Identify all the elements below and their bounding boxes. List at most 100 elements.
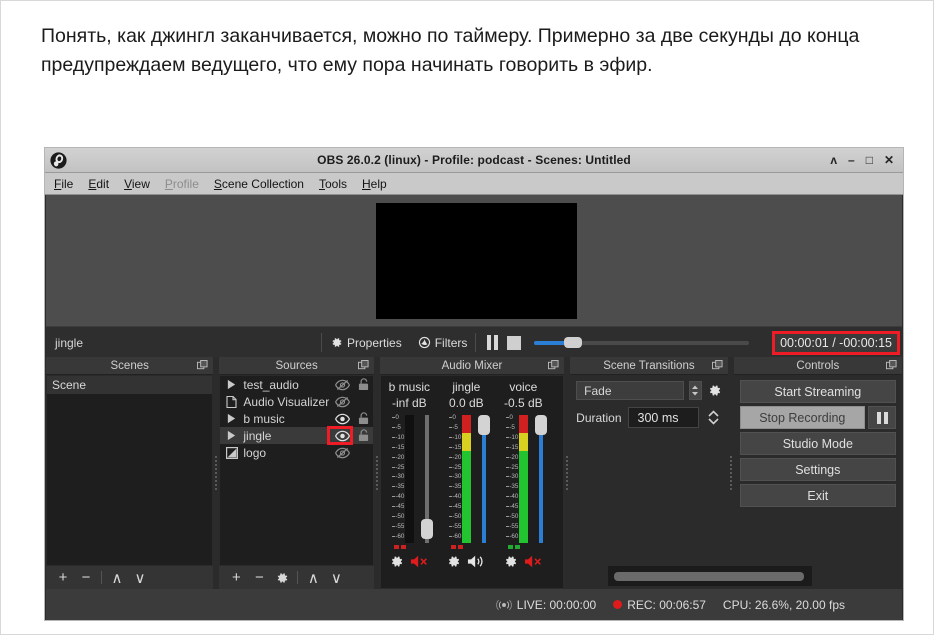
preview-canvas[interactable]	[376, 203, 577, 319]
channel-settings-gear-icon[interactable]	[389, 554, 404, 572]
meter-tick-label: -25	[506, 463, 519, 471]
article-paragraph: Понять, как джингл заканчивается, можно …	[41, 25, 860, 76]
exit-button[interactable]: Exit	[739, 484, 897, 507]
dock-row: Scenes Scene + − ∧ ∨ Sources test_audio Audi…	[46, 357, 903, 589]
menu-item-edit[interactable]: Edit	[88, 177, 109, 191]
sources-properties-button[interactable]	[272, 568, 292, 587]
obs-window: OBS 26.0.2 (linux) - Profile: podcast - …	[44, 147, 904, 621]
gear-icon	[392, 556, 403, 567]
float-dock-icon[interactable]	[197, 360, 208, 371]
eye-visible-icon[interactable]	[332, 413, 354, 425]
seek-handle[interactable]	[564, 337, 583, 348]
fader-handle[interactable]	[535, 415, 548, 435]
rollup-button[interactable]: ʌ	[830, 154, 837, 166]
duration-input[interactable]: 300 ms	[627, 407, 699, 428]
transition-settings-gear-icon[interactable]	[707, 383, 722, 398]
float-dock-icon[interactable]	[548, 360, 559, 371]
peak-indicator	[451, 545, 464, 549]
transition-spinner[interactable]	[688, 381, 702, 400]
sources-add-button[interactable]: +	[226, 568, 246, 587]
mixer-title-label: Audio Mixer	[441, 359, 503, 372]
source-item-label: test_audio	[243, 377, 299, 392]
meter-tick-label: 0	[392, 414, 399, 421]
scenes-list[interactable]: Scene	[47, 376, 213, 565]
lock-open-icon[interactable]	[354, 429, 373, 442]
scenes-remove-button[interactable]: −	[76, 568, 96, 587]
source-list-item[interactable]: logo	[220, 444, 372, 461]
speaker-muted-icon[interactable]	[410, 554, 429, 572]
maximize-button[interactable]: □	[866, 154, 873, 166]
menu-item-scene-collection[interactable]: Scene Collection	[214, 177, 304, 191]
source-list-item[interactable]: Audio Visualizer	[220, 393, 372, 410]
float-dock-icon[interactable]	[711, 360, 723, 371]
float-dock-icon[interactable]	[357, 360, 369, 371]
meter-tick-label: -40	[506, 493, 519, 501]
fader-handle[interactable]	[421, 519, 434, 539]
meter-tick-label: -50	[506, 513, 519, 520]
channel-settings-gear-icon[interactable]	[446, 554, 461, 572]
studio-mode-row: Studio Mode	[739, 432, 897, 455]
float-dock-icon[interactable]	[886, 360, 897, 371]
meter-tick-label: -35	[506, 483, 519, 491]
speaker-on-icon[interactable]	[467, 554, 486, 572]
menu-item-file[interactable]: File	[54, 177, 73, 191]
meter-tick-label: -5	[449, 423, 458, 431]
preview-area[interactable]	[46, 195, 902, 326]
meter-tick-label: -60	[392, 532, 405, 540]
volume-fader[interactable]	[421, 415, 434, 543]
transition-select[interactable]: Fade	[576, 381, 684, 400]
pause-button[interactable]	[487, 335, 499, 350]
scenes-move-up-button[interactable]: ∧	[107, 568, 127, 587]
volume-fader[interactable]	[478, 415, 491, 543]
close-button[interactable]: ✕	[884, 154, 894, 166]
eye-hidden-icon[interactable]	[332, 396, 354, 408]
source-list-item[interactable]: jingle	[220, 426, 373, 445]
source-list-item[interactable]: b music	[220, 410, 372, 427]
properties-button[interactable]: Properties	[322, 336, 410, 350]
sources-move-down-button[interactable]: ∨	[326, 568, 346, 587]
transition-value: Fade	[584, 383, 612, 398]
start-streaming-button[interactable]: Start Streaming	[739, 380, 897, 403]
channel-db-value: 0.0 dB	[448, 396, 484, 410]
filters-button[interactable]: Filters	[410, 336, 476, 350]
meter-tick-label: 0	[506, 414, 513, 421]
stop-button[interactable]	[507, 335, 522, 350]
sources-move-up-button[interactable]: ∧	[303, 568, 323, 587]
peak-indicator	[394, 545, 407, 549]
scene-list-item[interactable]: Scene	[47, 376, 213, 394]
channel-name: b music	[388, 380, 430, 394]
studio-mode-button[interactable]: Studio Mode	[739, 432, 897, 455]
mixer-horizontal-scrollbar[interactable]	[608, 566, 812, 586]
minimize-button[interactable]: –	[848, 154, 855, 166]
menu-item-view[interactable]: View	[124, 177, 150, 191]
channel-db-value: -inf dB	[391, 396, 427, 410]
duration-stepper[interactable]	[705, 407, 722, 428]
menu-item-help[interactable]: Help	[362, 177, 387, 191]
seek-slider[interactable]	[534, 335, 750, 351]
volume-fader[interactable]	[535, 415, 548, 543]
sources-remove-button[interactable]: −	[249, 568, 269, 587]
mixer-channel: voice -0.5 dB 0 -5 -10 -15 -20 -25 -30 -35 -40 -45 -…	[495, 380, 552, 572]
eye-hidden-icon[interactable]	[332, 379, 354, 391]
menu-item-tools[interactable]: Tools	[319, 177, 347, 191]
settings-button[interactable]: Settings	[739, 458, 897, 481]
lock-open-icon[interactable]	[354, 378, 373, 391]
peak-indicator	[508, 545, 521, 549]
scenes-add-button[interactable]: +	[53, 568, 73, 587]
channel-settings-gear-icon[interactable]	[503, 554, 518, 572]
source-list-item[interactable]: test_audio	[220, 376, 372, 393]
fader-handle[interactable]	[478, 415, 491, 435]
media-timer: 00:00:01 / -00:00:15	[780, 335, 892, 350]
mixer-body[interactable]: b music -inf dB 0 -5 -10 -15 -20 -25 -30 -35 -40 -4…	[380, 376, 564, 588]
rec-label: REC: 00:06:57	[627, 597, 706, 612]
visibility-highlight-box	[326, 426, 353, 445]
eye-hidden-icon[interactable]	[332, 447, 354, 459]
stop-recording-button[interactable]: Stop Recording	[739, 406, 866, 429]
scenes-move-down-button[interactable]: ∨	[130, 568, 150, 587]
sources-list[interactable]: test_audio Audio Visualizer b music jingle l…	[220, 376, 373, 565]
pause-recording-button[interactable]	[868, 406, 897, 429]
audio-mixer-dock: Audio Mixer b music -inf dB 0 -5 -10 -15 -20 -2…	[379, 357, 565, 589]
speaker-muted-icon[interactable]	[524, 554, 543, 572]
filters-label: Filters	[434, 335, 468, 350]
lock-open-icon[interactable]	[354, 412, 373, 425]
